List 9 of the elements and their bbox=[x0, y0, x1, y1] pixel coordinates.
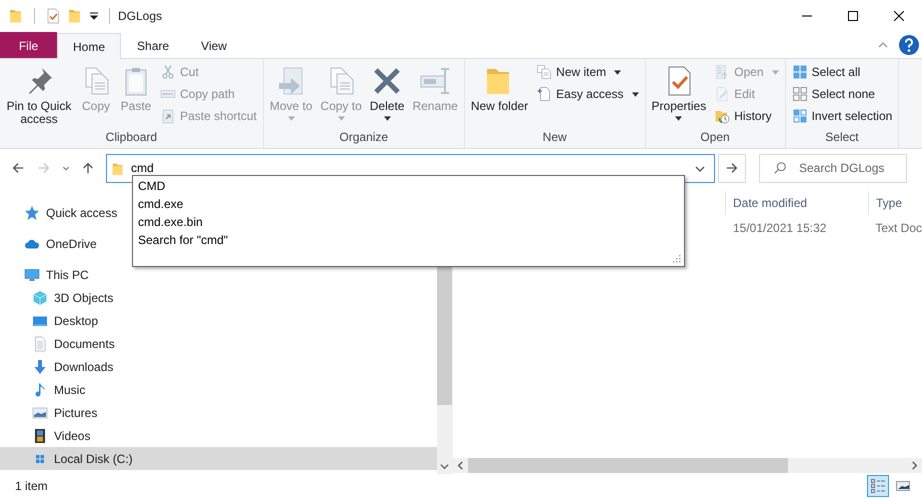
table-cell-text: Text Doc bbox=[874, 221, 922, 235]
group-label: Clipboard bbox=[104, 130, 158, 146]
window-title: DGLogs bbox=[118, 9, 162, 23]
table-cell-text: 15/01/2021 15:32 bbox=[732, 221, 828, 235]
group-label: Select bbox=[824, 130, 860, 146]
item-count: 1 item bbox=[15, 479, 48, 493]
group-label: New bbox=[542, 130, 568, 146]
group-label: Open bbox=[699, 130, 731, 146]
group-label: Organize bbox=[338, 130, 390, 146]
